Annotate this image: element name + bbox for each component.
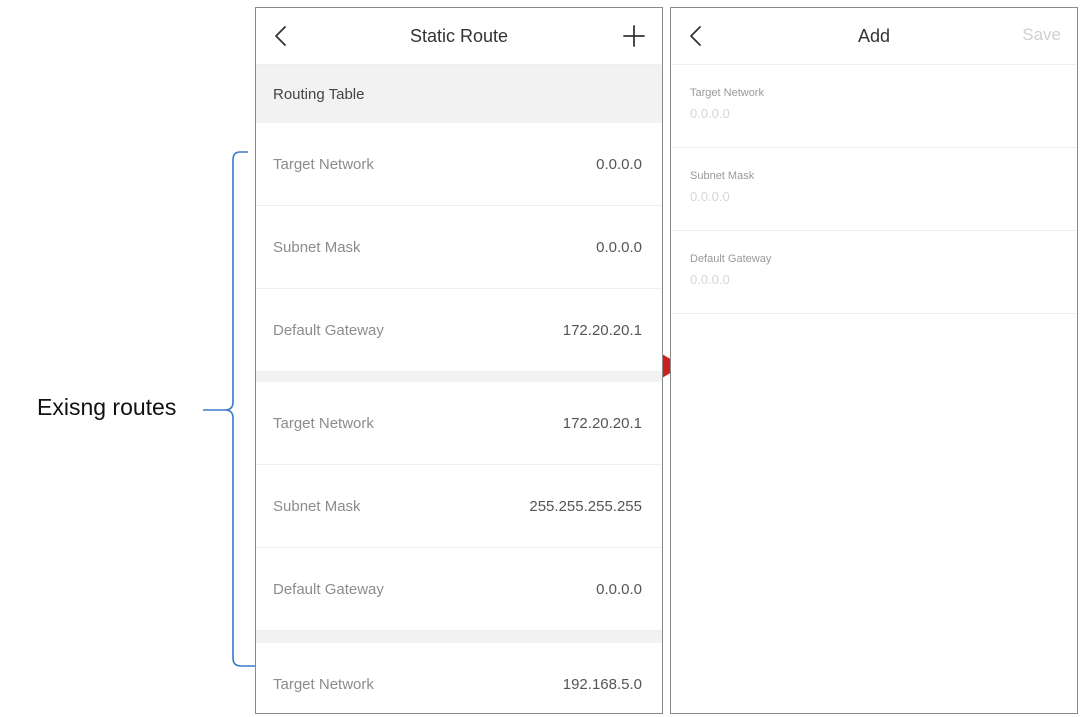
static-route-header: Static Route <box>256 8 662 65</box>
row-label: Target Network <box>273 675 374 693</box>
field-label: Default Gateway <box>690 253 772 265</box>
row-value: 255.255.255.255 <box>529 497 642 515</box>
route-target-network-row: Target Network 192.168.5.0 <box>256 643 662 713</box>
row-value: 172.20.20.1 <box>562 321 642 339</box>
row-label: Target Network <box>273 414 374 432</box>
page-title: Static Route <box>409 25 509 46</box>
existing-routes-bracket <box>203 151 258 667</box>
target-network-input[interactable] <box>690 106 1058 121</box>
route-group[interactable]: Target Network 192.168.5.0 <box>256 643 662 713</box>
default-gateway-field: Default Gateway <box>671 231 1077 314</box>
default-gateway-input[interactable] <box>690 272 1058 287</box>
add-route-screen: Add Save Target Network Subnet Mask Defa… <box>670 7 1078 714</box>
group-divider <box>256 372 662 382</box>
row-label: Target Network <box>273 155 374 173</box>
plus-icon <box>623 25 645 47</box>
subnet-mask-field: Subnet Mask <box>671 148 1077 231</box>
row-value: 0.0.0.0 <box>596 155 642 173</box>
page-title: Add <box>857 25 891 46</box>
route-group[interactable]: Target Network 0.0.0.0 Subnet Mask 0.0.0… <box>256 123 662 372</box>
add-route-button[interactable] <box>620 22 648 50</box>
back-button[interactable] <box>270 22 294 50</box>
route-subnet-mask-row: Subnet Mask 255.255.255.255 <box>256 465 662 548</box>
route-target-network-row: Target Network 0.0.0.0 <box>256 123 662 206</box>
route-default-gateway-row: Default Gateway 0.0.0.0 <box>256 548 662 631</box>
row-value: 192.168.5.0 <box>562 675 642 693</box>
subnet-mask-input[interactable] <box>690 189 1058 204</box>
group-divider <box>256 631 662 643</box>
route-subnet-mask-row: Subnet Mask 0.0.0.0 <box>256 206 662 289</box>
static-route-screen: Static Route Routing Table Target Networ… <box>255 7 663 714</box>
target-network-field: Target Network <box>671 65 1077 148</box>
row-label: Default Gateway <box>273 321 384 339</box>
row-value: 0.0.0.0 <box>596 238 642 256</box>
route-target-network-row: Target Network 172.20.20.1 <box>256 382 662 465</box>
row-label: Subnet Mask <box>273 497 361 515</box>
add-route-header: Add Save <box>671 8 1077 65</box>
chevron-left-icon <box>690 26 701 46</box>
route-default-gateway-row: Default Gateway 172.20.20.1 <box>256 289 662 372</box>
field-label: Target Network <box>690 87 764 99</box>
back-button[interactable] <box>685 22 709 50</box>
row-label: Subnet Mask <box>273 238 361 256</box>
row-value: 172.20.20.1 <box>562 414 642 432</box>
row-label: Default Gateway <box>273 580 384 598</box>
route-group[interactable]: Target Network 172.20.20.1 Subnet Mask 2… <box>256 382 662 631</box>
row-value: 0.0.0.0 <box>596 580 642 598</box>
field-label: Subnet Mask <box>690 170 755 182</box>
save-button[interactable]: Save <box>1022 25 1061 45</box>
routing-table-heading: Routing Table <box>256 65 662 123</box>
chevron-left-icon <box>275 26 286 46</box>
